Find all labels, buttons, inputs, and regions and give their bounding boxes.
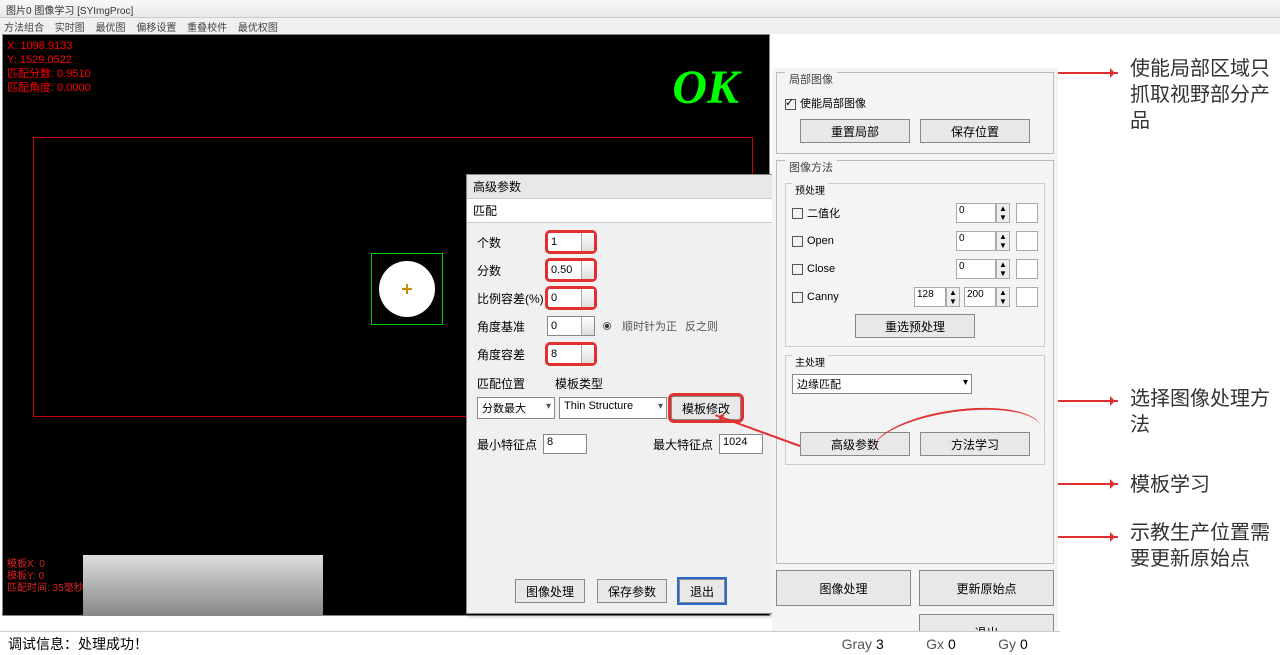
- canny-preview: [1016, 287, 1038, 307]
- canny-low-stepper[interactable]: ▲▼: [946, 287, 960, 307]
- gy-label: Gy: [980, 636, 1020, 652]
- template-type-select[interactable]: Thin Structure: [559, 397, 667, 419]
- mainprocess-legend: 主处理: [792, 354, 828, 369]
- arrow-icon: [1058, 400, 1118, 402]
- status-info: 调试信息：处理成功！: [8, 634, 836, 654]
- min-feat-input[interactable]: 8: [543, 434, 587, 454]
- annotation-3: 模板学习: [1130, 472, 1210, 498]
- gx-value: 0: [948, 636, 980, 652]
- bin-preview: [1016, 203, 1038, 223]
- template-type-label: 模板类型: [555, 375, 603, 392]
- count-label: 个数: [477, 234, 547, 251]
- menu-item[interactable]: 最优图: [96, 23, 126, 34]
- enable-local-checkbox[interactable]: [785, 99, 796, 110]
- score-label: 分数: [477, 262, 547, 279]
- max-feat-label: 最大特征点: [653, 436, 713, 453]
- cw-label: 顺时针为正: [622, 318, 677, 334]
- update-origin-button[interactable]: 更新原始点: [919, 570, 1054, 606]
- open-label: Open: [807, 235, 859, 247]
- dlg-image-proc-button[interactable]: 图像处理: [515, 579, 585, 603]
- angle-base-spinner[interactable]: 0: [547, 316, 595, 336]
- score-spinner[interactable]: 0.50: [547, 260, 595, 280]
- gray-label: Gray: [836, 636, 876, 652]
- annotation-2: 选择图像处理方法: [1130, 386, 1280, 438]
- group-local-image: 局部图像 使能局部图像 重置局部 保存位置: [776, 72, 1054, 154]
- close-preview: [1016, 259, 1038, 279]
- bin-value[interactable]: 0: [956, 203, 996, 223]
- main-method-select[interactable]: 边缘匹配: [792, 374, 972, 394]
- menu-item[interactable]: 偏移设置: [136, 23, 176, 34]
- scale-label: 比例容差(%): [477, 290, 547, 307]
- close-stepper[interactable]: ▲▼: [996, 259, 1010, 279]
- group-local-legend: 局部图像: [785, 71, 837, 87]
- group-method-legend: 图像方法: [785, 159, 837, 175]
- canny-high[interactable]: 200: [964, 287, 996, 307]
- arrow-icon: [1058, 72, 1118, 74]
- subgroup-preprocess: 预处理 二值化0▲▼ Open0▲▼ Close0▲▼ Canny128▲▼20…: [785, 183, 1045, 347]
- angle-base-label: 角度基准: [477, 318, 547, 335]
- close-value[interactable]: 0: [956, 259, 996, 279]
- close-label: Close: [807, 263, 859, 275]
- arrow-icon: [1058, 536, 1118, 538]
- gy-value: 0: [1020, 636, 1052, 652]
- open-checkbox[interactable]: [792, 236, 803, 247]
- window-titlebar: 图片0 图像学习 [SYImgProc]: [0, 0, 1280, 18]
- cw-radio[interactable]: [603, 322, 611, 330]
- menu-bar[interactable]: 方法组合 实时图 最优图 偏移设置 重叠校件 最优权图: [0, 18, 1280, 34]
- annotation-4: 示教生产位置需要更新原始点: [1130, 520, 1280, 572]
- open-stepper[interactable]: ▲▼: [996, 231, 1010, 251]
- canny-high-stepper[interactable]: ▲▼: [996, 287, 1010, 307]
- menu-item[interactable]: 最优权图: [238, 23, 278, 34]
- canny-checkbox[interactable]: [792, 292, 803, 303]
- min-feat-label: 最小特征点: [477, 436, 537, 453]
- status-ok: OK: [672, 60, 739, 115]
- status-bar: 调试信息：处理成功！ Gray3 Gx0 Gy0: [0, 631, 1060, 655]
- save-position-button[interactable]: 保存位置: [920, 119, 1030, 143]
- match-pos-label: 匹配位置: [477, 375, 525, 392]
- canny-low[interactable]: 128: [914, 287, 946, 307]
- enable-local-label: 使能局部图像: [800, 98, 866, 110]
- edit-template-button[interactable]: 模板修改: [671, 396, 741, 420]
- crosshair-icon: [402, 284, 412, 294]
- dialog-title: 高级参数: [467, 175, 773, 199]
- preprocess-legend: 预处理: [792, 182, 828, 197]
- bin-label: 二值化: [807, 205, 859, 221]
- tab-match[interactable]: 匹配: [467, 199, 773, 223]
- gx-label: Gx: [908, 636, 948, 652]
- ccw-label: 反之则: [685, 318, 718, 334]
- angle-tol-label: 角度容差: [477, 346, 547, 363]
- bin-stepper[interactable]: ▲▼: [996, 203, 1010, 223]
- open-value[interactable]: 0: [956, 231, 996, 251]
- arrow-icon: [1058, 483, 1118, 485]
- annotation-1: 使能局部区域只抓取视野部分产品: [1130, 56, 1280, 134]
- scale-spinner[interactable]: 0: [547, 288, 595, 308]
- machine-part: [83, 555, 323, 615]
- image-process-button[interactable]: 图像处理: [776, 570, 911, 606]
- menu-item[interactable]: 实时图: [55, 23, 85, 34]
- overlay-info: X: 1098.9133 Y: 1529.0522 匹配分数: 0.9510 匹…: [7, 39, 91, 95]
- menu-item[interactable]: 重叠校件: [187, 23, 227, 34]
- dlg-save-params-button[interactable]: 保存参数: [597, 579, 667, 603]
- angle-tol-spinner[interactable]: 8: [547, 344, 595, 364]
- canny-label: Canny: [807, 291, 859, 303]
- open-preview: [1016, 231, 1038, 251]
- clear-preprocess-button[interactable]: 重选预处理: [855, 314, 975, 338]
- gray-value: 3: [876, 636, 908, 652]
- advanced-params-dialog[interactable]: 高级参数 匹配 个数1 分数0.50 比例容差(%)0 角度基准0 顺时针为正反之…: [466, 174, 774, 614]
- right-panel: 局部图像 使能局部图像 重置局部 保存位置 图像方法 预处理 二值化0▲▼ Op…: [772, 68, 1058, 654]
- bin-checkbox[interactable]: [792, 208, 803, 219]
- close-checkbox[interactable]: [792, 264, 803, 275]
- menu-item[interactable]: 方法组合: [4, 23, 44, 34]
- max-feat-input[interactable]: 1024: [719, 434, 763, 454]
- overlay-template-info: 模板X: 0 模板Y: 0 匹配时间: 35毫秒: [7, 559, 84, 595]
- match-pos-select[interactable]: 分数最大: [477, 397, 555, 419]
- count-spinner[interactable]: 1: [547, 232, 595, 252]
- dlg-exit-button[interactable]: 退出: [679, 579, 725, 603]
- reset-local-button[interactable]: 重置局部: [800, 119, 910, 143]
- group-image-method: 图像方法 预处理 二值化0▲▼ Open0▲▼ Close0▲▼ Canny12…: [776, 160, 1054, 564]
